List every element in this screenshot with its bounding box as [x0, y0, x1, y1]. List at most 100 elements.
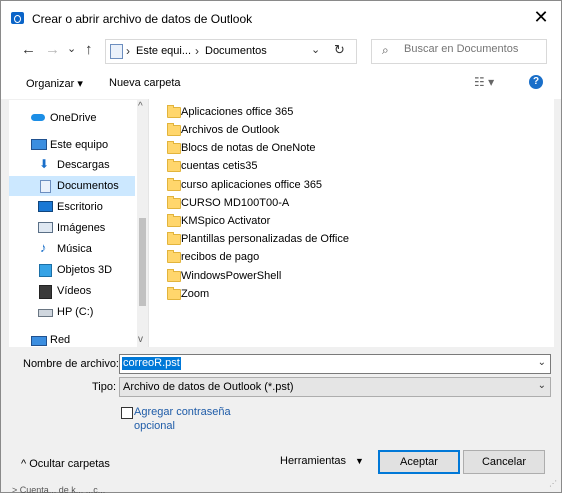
sidebar-item-label: Documentos	[57, 180, 119, 192]
search-input[interactable]	[404, 43, 534, 55]
password-option-label[interactable]: Agregar contraseña opcional	[134, 405, 231, 433]
chevron-down-icon[interactable]: ⌄	[538, 357, 546, 368]
list-item[interactable]: Blocs de notas de OneNote	[167, 139, 427, 157]
file-type-value: Archivo de datos de Outlook (*.pst)	[123, 381, 294, 393]
list-item[interactable]: recibos de pago	[167, 248, 427, 266]
file-name: Archivos de Outlook	[181, 124, 280, 136]
file-name: cuentas cetis35	[181, 160, 258, 172]
file-type-select[interactable]: Archivo de datos de Outlook (*.pst) ⌄	[119, 377, 551, 397]
file-name: Zoom	[181, 288, 210, 300]
folder-icon	[167, 250, 181, 263]
sidebar-item-objetos-3d[interactable]: Objetos 3D	[9, 260, 135, 280]
accept-button[interactable]: Aceptar	[378, 450, 460, 474]
sidebar-item-este-equipo[interactable]: Este equipo	[9, 135, 135, 155]
list-item[interactable]: cuentas cetis35	[167, 157, 427, 175]
list-item[interactable]: Archivos de Outlook	[167, 121, 427, 139]
toolbar: Organizar ▾ Nueva carpeta ☷ ▾ ?	[1, 67, 561, 99]
list-item[interactable]: Zoom	[167, 285, 427, 303]
file-name: recibos de pago	[181, 251, 260, 263]
chevron-down-icon[interactable]: ⌄	[538, 380, 546, 391]
scrollbar-thumb[interactable]	[139, 218, 146, 306]
document-icon	[110, 44, 123, 59]
sidebar-item-label: OneDrive	[50, 112, 97, 124]
file-name: Plantillas personalizadas de Office	[181, 233, 349, 245]
folder-icon	[167, 269, 181, 282]
sidebar-item-descargas[interactable]: ⬇ Descargas	[9, 155, 135, 175]
title-bar: Crear o abrir archivo de datos de Outloo…	[1, 1, 561, 35]
folder-icon	[167, 105, 181, 118]
sidebar-item-label: Música	[57, 243, 92, 255]
save-dialog: Crear o abrir archivo de datos de Outloo…	[0, 0, 562, 493]
breadcrumb-este-equipo[interactable]: Este equi...	[136, 45, 191, 57]
refresh-icon[interactable]: ↻	[334, 42, 345, 58]
breadcrumb-documentos[interactable]: Documentos	[205, 45, 267, 57]
sidebar-item-label: Vídeos	[57, 285, 92, 297]
folder-icon	[167, 287, 181, 300]
sidebar-item-musica[interactable]: ♪ Música	[9, 239, 135, 259]
window-title: Crear o abrir archivo de datos de Outloo…	[32, 12, 253, 26]
list-item[interactable]: CURSO MD100T00-A	[167, 194, 427, 212]
file-name: curso aplicaciones office 365	[181, 179, 323, 191]
sidebar-item-imagenes[interactable]: Imágenes	[9, 218, 135, 238]
up-arrow-icon[interactable]: ↑	[85, 41, 93, 58]
file-name: WindowsPowerShell	[181, 270, 282, 282]
hide-folders-button[interactable]: ^ Ocultar carpetas	[21, 458, 110, 470]
list-item[interactable]: Plantillas personalizadas de Office	[167, 230, 427, 248]
file-form: Nombre de archivo: correoR.pst ⌄ Tipo: A…	[1, 347, 561, 492]
help-icon[interactable]: ?	[529, 75, 543, 89]
sidebar-scrollbar[interactable]: ^ v	[137, 100, 148, 348]
drive-icon	[38, 309, 53, 317]
network-icon	[31, 336, 47, 346]
file-name: Blocs de notas de OneNote	[181, 142, 316, 154]
new-folder-button[interactable]: Nueva carpeta	[109, 77, 181, 89]
navigation-pane: OneDrive Este equipo ⬇ Descargas Documen…	[9, 99, 148, 348]
sidebar-item-label: Imágenes	[57, 222, 106, 234]
sidebar-item-label: Escritorio	[57, 201, 103, 213]
sidebar-item-escritorio[interactable]: Escritorio	[9, 197, 135, 217]
video-icon	[39, 285, 52, 299]
sidebar-item-label: Descargas	[57, 159, 110, 171]
breadcrumb-separator: ›	[195, 44, 199, 58]
filename-label: Nombre de archivo:	[23, 358, 119, 370]
breadcrumb-separator: ›	[126, 44, 130, 58]
list-item[interactable]: curso aplicaciones office 365	[167, 176, 427, 194]
document-icon	[40, 180, 51, 193]
file-name: CURSO MD100T00-A	[181, 197, 290, 209]
scroll-up-icon[interactable]: ^	[138, 101, 143, 112]
list-item[interactable]: Aplicaciones office 365	[167, 103, 427, 121]
tools-dropdown-icon[interactable]: ▼	[355, 456, 364, 466]
view-options-icon[interactable]: ☷ ▾	[474, 75, 494, 89]
desktop-icon	[38, 201, 53, 212]
back-arrow-icon[interactable]: ←	[21, 41, 36, 58]
computer-icon	[31, 139, 47, 150]
password-option-line: Agregar contraseña	[134, 406, 231, 418]
recent-locations-icon[interactable]: ⌄	[67, 42, 76, 55]
password-checkbox[interactable]	[121, 407, 133, 419]
navigation-bar: ← → ⌄ ↑ › Este equi... › Documentos ⌄ ↻ …	[1, 35, 561, 67]
sidebar-item-label: Objetos 3D	[57, 264, 113, 276]
folder-icon	[167, 232, 181, 245]
address-bar[interactable]: › Este equi... › Documentos ⌄ ↻	[105, 39, 357, 64]
folder-icon	[167, 178, 181, 191]
filename-field[interactable]: correoR.pst ⌄	[119, 354, 551, 374]
forward-arrow-icon[interactable]: →	[45, 41, 60, 58]
search-box[interactable]: ⌕	[371, 39, 547, 64]
cancel-button[interactable]: Cancelar	[463, 450, 545, 474]
tools-button[interactable]: Herramientas	[280, 455, 346, 467]
download-icon: ⬇	[39, 157, 50, 171]
background-window-text: > Cuenta... de k... ...c...	[12, 485, 106, 493]
cloud-icon	[31, 114, 45, 121]
scroll-down-icon[interactable]: v	[138, 334, 143, 345]
file-list: Aplicaciones office 365 Archivos de Outl…	[149, 99, 554, 347]
organize-button[interactable]: Organizar ▾	[26, 77, 83, 90]
file-name: KMSpico Activator	[181, 215, 271, 227]
sidebar-item-documentos[interactable]: Documentos	[9, 176, 135, 196]
chevron-down-icon[interactable]: ⌄	[311, 43, 320, 56]
close-button[interactable]: ✕	[531, 7, 551, 27]
list-item[interactable]: KMSpico Activator	[167, 212, 427, 230]
sidebar-item-videos[interactable]: Vídeos	[9, 281, 135, 301]
list-item[interactable]: WindowsPowerShell	[167, 267, 427, 285]
folder-icon	[167, 123, 181, 136]
sidebar-item-onedrive[interactable]: OneDrive	[9, 108, 135, 128]
sidebar-item-hp-c[interactable]: HP (C:)	[9, 302, 135, 322]
